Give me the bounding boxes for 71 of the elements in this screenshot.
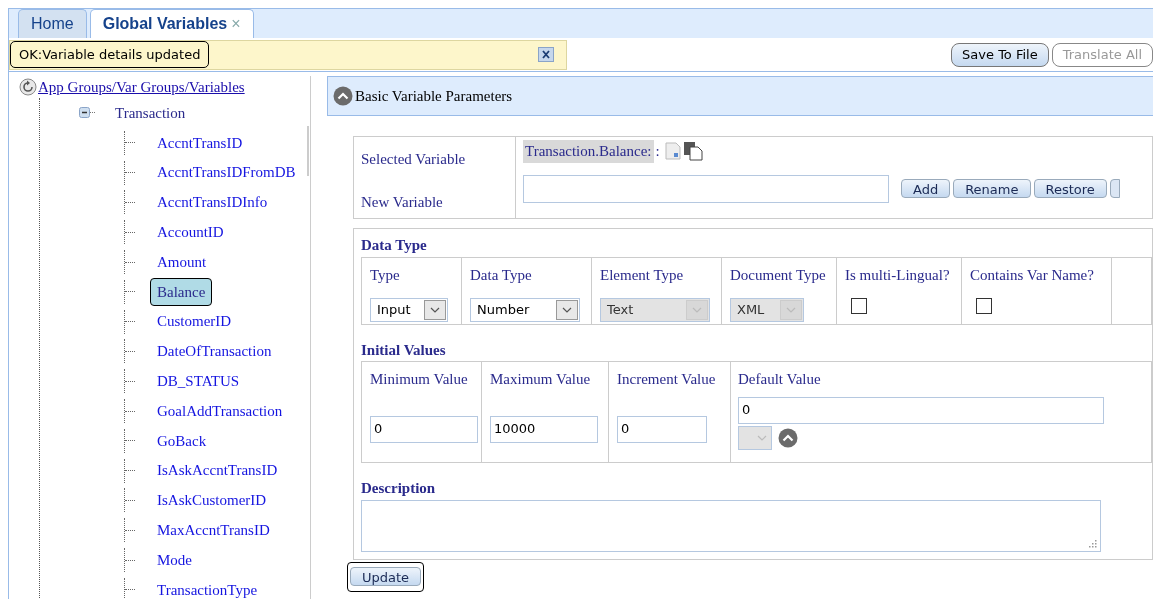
column-label: Document Type: [730, 265, 827, 285]
toolbar-button[interactable]: Save To File: [951, 42, 1049, 67]
tree-item[interactable]: AccntTransID: [150, 128, 250, 158]
dropdown-value: Input: [376, 301, 412, 320]
section-title: Basic Variable Parameters: [355, 86, 513, 106]
tab-label: Home: [31, 14, 74, 34]
copy-icon[interactable]: [682, 141, 703, 162]
tree-item[interactable]: IsAskAccntTransID: [150, 456, 285, 485]
tree-item[interactable]: AccntTransIDFromDB: [150, 158, 303, 187]
field-label: Increment Value: [617, 370, 717, 389]
dropdown-value: XML: [736, 301, 766, 320]
tree-item[interactable]: AccountID: [150, 218, 231, 247]
refresh-icon[interactable]: [19, 78, 37, 96]
field-label: Maximum Value: [490, 370, 592, 389]
dropdown[interactable]: Input: [370, 298, 448, 322]
group-title: Description: [361, 479, 437, 498]
action-button[interactable]: Rename: [953, 179, 1031, 198]
chevron-down-icon: [786, 307, 796, 313]
tree-item[interactable]: DateOfTransaction: [150, 337, 279, 366]
column-label: Element Type: [600, 265, 685, 285]
column-label: Type: [370, 265, 401, 285]
column-label: Data Type: [470, 265, 533, 285]
value-separator: :: [655, 142, 660, 161]
chevron-down-icon: [562, 307, 572, 313]
field-label: Selected Variable: [361, 150, 467, 169]
resize-grip-icon: [1089, 539, 1097, 548]
action-button[interactable]: Add: [901, 179, 951, 198]
tree-item[interactable]: GoalAddTransaction: [150, 396, 290, 426]
chevron-down-icon: [757, 434, 767, 441]
update-button[interactable]: Update: [350, 566, 422, 586]
dropdown-value: Text: [606, 301, 635, 320]
group-title: Initial Values: [361, 340, 447, 360]
checkbox[interactable]: [976, 298, 992, 314]
tree-root-link[interactable]: App Groups/Var Groups/Variables: [38, 75, 245, 99]
input-field[interactable]: 0: [370, 415, 478, 443]
tab[interactable]: Home: [18, 9, 87, 38]
column-label: Contains Var Name?: [970, 265, 1095, 285]
group-title: Data Type: [361, 236, 428, 255]
input-field[interactable]: 10000: [490, 415, 598, 443]
tree-item[interactable]: IsAskCustomerID: [150, 486, 274, 515]
input-field[interactable]: 0: [738, 396, 1104, 424]
tab-label: Global Variables: [102, 14, 228, 34]
input-field[interactable]: 0: [617, 415, 707, 443]
tree-item[interactable]: Balance: [150, 277, 213, 307]
close-icon[interactable]: [538, 47, 554, 62]
checkbox[interactable]: [851, 298, 867, 314]
tree-group[interactable]: Transaction: [115, 101, 186, 125]
tree-item[interactable]: CustomerID: [150, 307, 239, 336]
tree-item[interactable]: MaxAccntTransID: [150, 516, 277, 545]
tab[interactable]: Global Variables ×: [89, 9, 254, 38]
chevron-down-icon: [692, 307, 702, 313]
chevron-up-icon[interactable]: [778, 427, 798, 448]
tree-item[interactable]: AccntTransIDInfo: [150, 188, 275, 217]
chevron-down-icon: [430, 307, 440, 313]
field-label: New Variable: [361, 192, 444, 212]
status-message: OK:Variable details updated: [10, 40, 210, 69]
field-label: Default Value: [738, 370, 822, 389]
column-label: Is multi-Lingual?: [845, 265, 951, 285]
new-variable-field[interactable]: [523, 174, 889, 203]
action-button[interactable]: Restore: [1033, 179, 1107, 198]
selected-variable-value: Transaction.Balance:: [523, 140, 654, 163]
tree-item[interactable]: Amount: [150, 247, 214, 277]
tree-item[interactable]: Mode: [150, 545, 199, 575]
collapse-icon[interactable]: [79, 107, 95, 119]
field-label: Minimum Value: [370, 370, 469, 389]
dropdown[interactable]: Number: [470, 298, 580, 322]
tree-item[interactable]: DB_STATUS: [150, 367, 247, 396]
tree-item[interactable]: TransactionType: [150, 575, 265, 599]
tree-item[interactable]: GoBack: [150, 426, 214, 456]
dropdown-value: Number: [476, 301, 531, 320]
description-field[interactable]: [361, 499, 1101, 552]
